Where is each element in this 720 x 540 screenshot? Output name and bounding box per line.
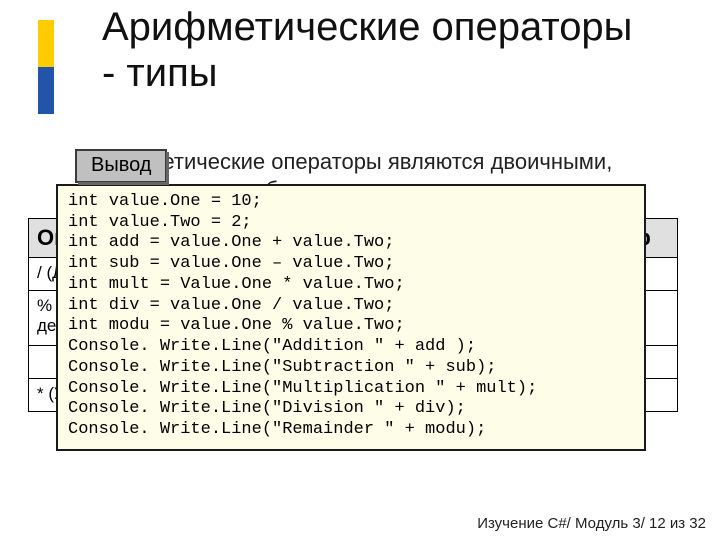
title-accent	[38, 20, 54, 114]
code-tab-label: Вывод	[75, 149, 167, 183]
code-line: int sub = value.One – value.Two;	[68, 254, 394, 273]
code-line: Console. Write.Line("Multiplication " + …	[68, 379, 537, 398]
code-line: int mult = Value.One * value.Two;	[68, 275, 405, 294]
code-line: Console. Write.Line("Addition " + add );	[68, 337, 476, 356]
code-line: int add = value.One + value.Two;	[68, 233, 394, 252]
code-line: Console. Write.Line("Division " + div);	[68, 399, 466, 418]
code-line: int div = value.One / value.Two;	[68, 296, 394, 315]
code-line: Console. Write.Line("Remainder " + modu)…	[68, 420, 486, 439]
code-block: int value.One = 10; int value.Two = 2; i…	[56, 184, 646, 451]
slide-title: Арифметические операторы - типы	[102, 4, 632, 96]
title-line2: - типы	[102, 51, 218, 95]
code-line: int value.One = 10;	[68, 192, 262, 211]
code-line: int value.Two = 2;	[68, 213, 252, 232]
title-line1: Арифметические операторы	[102, 5, 632, 49]
code-line: int modu = value.One % value.Two;	[68, 316, 405, 335]
slide-footer: Изучение C#/ Модуль 3/ 12 из 32	[477, 515, 706, 532]
code-line: Console. Write.Line("Subtraction " + sub…	[68, 358, 496, 377]
